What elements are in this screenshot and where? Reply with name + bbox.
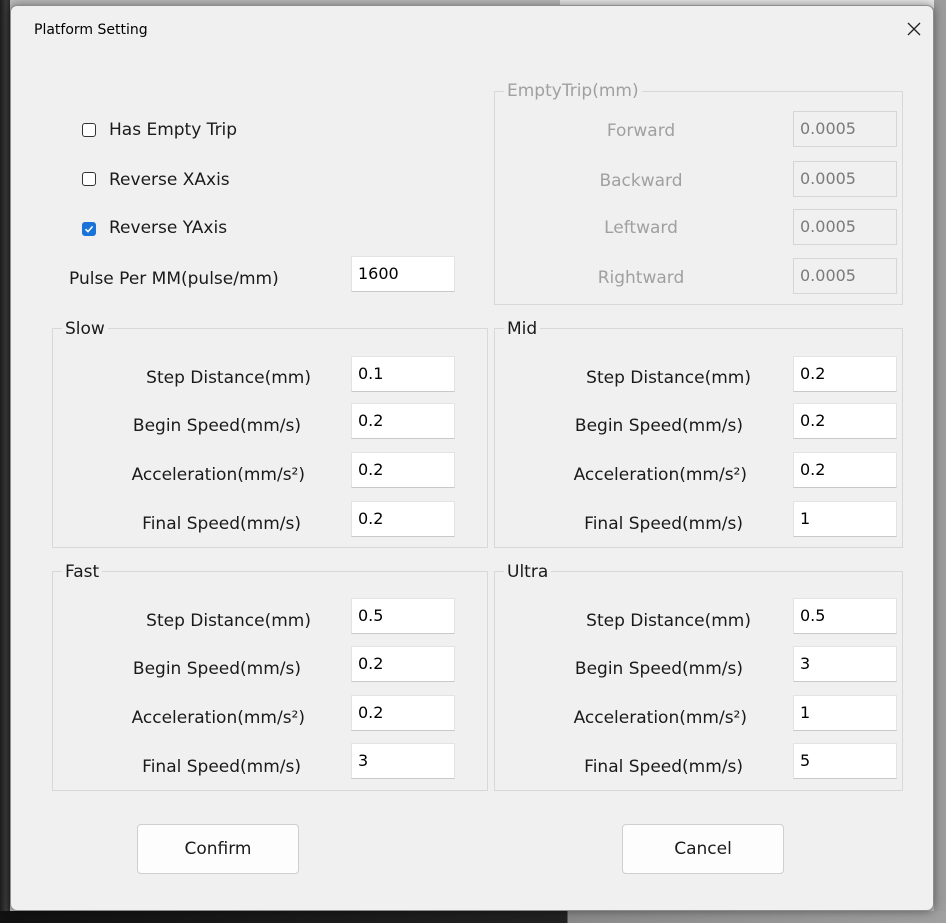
fast-final-speed-label: Final Speed(mm/s)	[142, 757, 301, 777]
platform-setting-dialog: Platform Setting Has Empty Trip Reverse …	[10, 5, 934, 911]
mid-acceleration-label: Acceleration(mm/s²)	[573, 465, 747, 485]
has-empty-trip-label: Has Empty Trip	[109, 120, 238, 140]
has-empty-trip-checkbox[interactable]	[82, 123, 96, 137]
close-button[interactable]	[899, 14, 929, 44]
fast-step-distance-input[interactable]: 0.5	[351, 598, 455, 634]
close-icon	[907, 22, 921, 36]
checkmark-icon	[84, 225, 94, 233]
slow-final-speed-label: Final Speed(mm/s)	[142, 514, 301, 534]
fast-begin-speed-input[interactable]: 0.2	[351, 646, 455, 682]
window-title: Platform Setting	[34, 22, 148, 38]
title-bar: Platform Setting	[11, 6, 933, 58]
ultra-acceleration-input[interactable]: 1	[793, 695, 897, 731]
backward-input[interactable]: 0.0005	[793, 161, 897, 197]
mid-step-distance-input[interactable]: 0.2	[793, 356, 897, 392]
mid-step-distance-label: Step Distance(mm)	[586, 368, 751, 388]
ultra-final-speed-input[interactable]: 5	[793, 743, 897, 779]
background-left	[0, 0, 10, 923]
leftward-label: Leftward	[604, 218, 678, 238]
ultra-final-speed-label: Final Speed(mm/s)	[584, 757, 743, 777]
slow-step-distance-input[interactable]: 0.1	[351, 356, 455, 392]
slow-acceleration-input[interactable]: 0.2	[351, 452, 455, 488]
rightward-input[interactable]: 0.0005	[793, 258, 897, 294]
fast-begin-speed-label: Begin Speed(mm/s)	[132, 659, 301, 679]
slow-step-distance-label: Step Distance(mm)	[146, 368, 311, 388]
slow-group-title: Slow	[62, 319, 108, 339]
cancel-button[interactable]: Cancel	[622, 824, 784, 874]
mid-acceleration-input[interactable]: 0.2	[793, 452, 897, 488]
forward-input[interactable]: 0.0005	[793, 111, 897, 147]
ultra-begin-speed-label: Begin Speed(mm/s)	[574, 659, 743, 679]
fast-acceleration-input[interactable]: 0.2	[351, 695, 455, 731]
reverse-xaxis-label: Reverse XAxis	[109, 170, 230, 190]
ultra-acceleration-label: Acceleration(mm/s²)	[573, 708, 747, 728]
rightward-label: Rightward	[597, 268, 685, 288]
ultra-begin-speed-input[interactable]: 3	[793, 646, 897, 682]
background-right	[934, 0, 946, 923]
mid-begin-speed-label: Begin Speed(mm/s)	[574, 416, 743, 436]
background-bottom	[0, 911, 946, 923]
backward-label: Backward	[599, 171, 683, 191]
reverse-xaxis-checkbox[interactable]	[82, 172, 96, 186]
ultra-step-distance-input[interactable]: 0.5	[793, 598, 897, 634]
slow-begin-speed-input[interactable]: 0.2	[351, 403, 455, 439]
fast-step-distance-label: Step Distance(mm)	[146, 611, 311, 631]
reverse-yaxis-checkbox[interactable]	[82, 222, 96, 236]
fast-acceleration-label: Acceleration(mm/s²)	[131, 708, 305, 728]
slow-acceleration-label: Acceleration(mm/s²)	[131, 465, 305, 485]
mid-group-title: Mid	[504, 319, 541, 339]
forward-label: Forward	[606, 121, 676, 141]
slow-begin-speed-label: Begin Speed(mm/s)	[132, 416, 301, 436]
slow-final-speed-input[interactable]: 0.2	[351, 501, 455, 537]
fast-final-speed-input[interactable]: 3	[351, 743, 455, 779]
mid-final-speed-label: Final Speed(mm/s)	[584, 514, 743, 534]
mid-begin-speed-input[interactable]: 0.2	[793, 403, 897, 439]
pulse-per-mm-label: Pulse Per MM(pulse/mm)	[69, 269, 279, 289]
fast-group-title: Fast	[62, 562, 103, 582]
empty-trip-group-title: EmptyTrip(mm)	[504, 81, 642, 101]
leftward-input[interactable]: 0.0005	[793, 209, 897, 245]
ultra-group-title: Ultra	[504, 562, 552, 582]
pulse-per-mm-input[interactable]: 1600	[351, 256, 455, 292]
confirm-button[interactable]: Confirm	[137, 824, 299, 874]
reverse-yaxis-label: Reverse YAxis	[109, 218, 228, 238]
ultra-step-distance-label: Step Distance(mm)	[586, 611, 751, 631]
mid-final-speed-input[interactable]: 1	[793, 501, 897, 537]
